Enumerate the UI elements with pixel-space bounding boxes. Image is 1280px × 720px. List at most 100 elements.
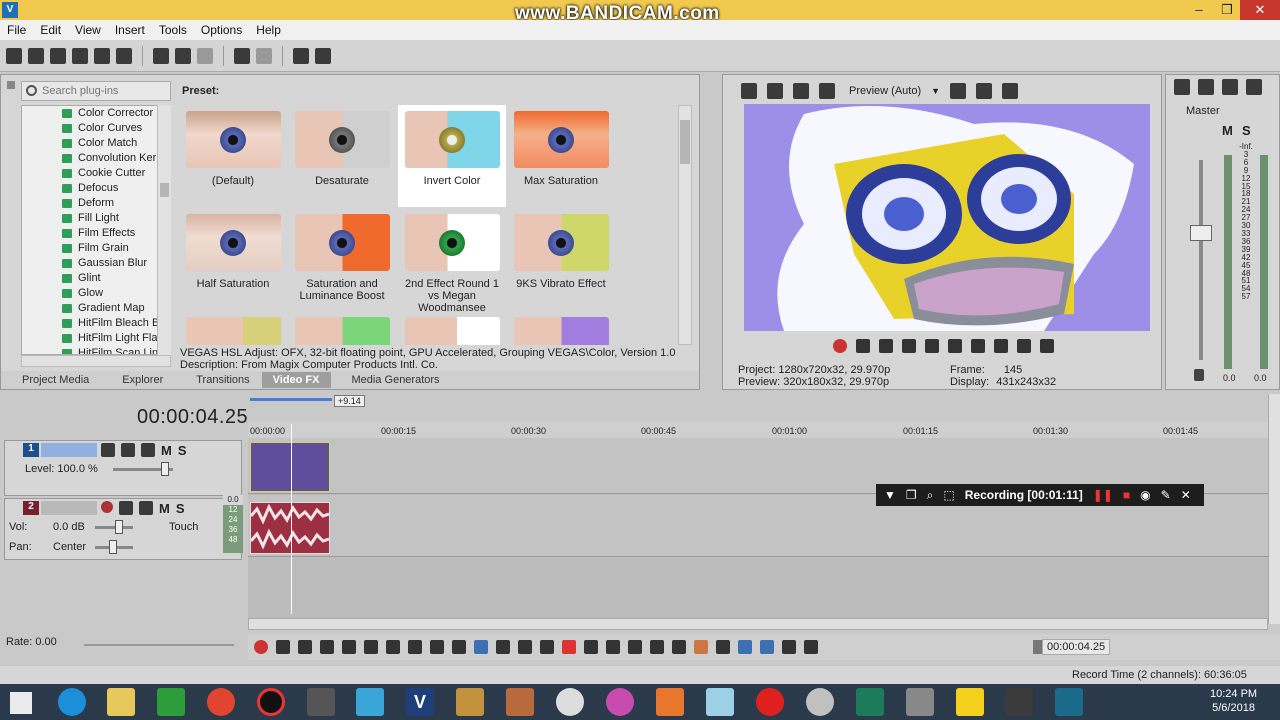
tab-project-media[interactable]: Project Media xyxy=(1,374,101,386)
store-icon[interactable] xyxy=(157,688,185,716)
plugin-item[interactable]: Defocus xyxy=(22,181,170,196)
go-to-end-icon[interactable] xyxy=(408,640,422,654)
app-icon[interactable] xyxy=(906,688,934,716)
open-icon[interactable] xyxy=(28,47,44,64)
record-icon[interactable] xyxy=(833,339,847,353)
automation-icon[interactable] xyxy=(139,501,153,515)
arm-record-icon[interactable] xyxy=(101,501,113,513)
auto-crossfade-icon[interactable] xyxy=(760,640,774,654)
tree-scrollbar[interactable] xyxy=(157,105,171,355)
timeline-vertical-scrollbar[interactable] xyxy=(1268,394,1280,624)
volume-slider[interactable] xyxy=(95,526,133,529)
play-from-start-icon[interactable] xyxy=(879,339,893,353)
new-project-icon[interactable] xyxy=(6,47,22,64)
app-icon[interactable] xyxy=(456,688,484,716)
pause-recording-icon[interactable]: ❚❚ xyxy=(1093,488,1113,502)
stop-icon[interactable] xyxy=(364,640,378,654)
preview-fx-icon[interactable] xyxy=(819,83,835,99)
windows-start-icon[interactable] xyxy=(10,692,32,714)
ripple-edit-icon[interactable] xyxy=(782,640,796,654)
master-gear-icon[interactable] xyxy=(1174,79,1190,95)
internet-explorer-icon[interactable] xyxy=(58,688,86,716)
track-area[interactable] xyxy=(248,424,1268,618)
overlays-grid-icon[interactable] xyxy=(950,83,967,99)
plugin-search-input[interactable] xyxy=(42,82,167,100)
close-icon[interactable]: ✕ xyxy=(1181,488,1191,502)
menu-insert[interactable]: Insert xyxy=(108,23,152,37)
plugin-item[interactable]: Glow xyxy=(22,286,170,301)
stop-recording-icon[interactable]: ■ xyxy=(1123,488,1130,502)
plugin-item[interactable]: Fill Light xyxy=(22,211,170,226)
previous-frame-icon[interactable] xyxy=(1017,339,1031,353)
properties-gear-icon[interactable] xyxy=(116,47,132,64)
plugin-item[interactable]: HitFilm Light Flare xyxy=(22,331,170,346)
master-fx-icon[interactable] xyxy=(1198,79,1214,95)
lock-envelopes-icon[interactable] xyxy=(804,640,818,654)
previous-frame-icon[interactable] xyxy=(430,640,444,654)
render-icon[interactable] xyxy=(293,47,309,64)
plugin-item[interactable]: Gaussian Blur xyxy=(22,256,170,271)
downmix-icon[interactable] xyxy=(1222,79,1238,95)
minimize-button[interactable]: – xyxy=(1185,0,1213,20)
lock-icon[interactable] xyxy=(672,640,686,654)
normal-edit-tool-icon[interactable] xyxy=(474,640,488,654)
redo-icon[interactable] xyxy=(256,47,272,64)
menu-help[interactable]: Help xyxy=(249,23,288,37)
app-icon[interactable] xyxy=(1005,688,1033,716)
go-to-start-icon[interactable] xyxy=(971,339,985,353)
vegas-pro-icon[interactable] xyxy=(356,688,384,716)
copy-icon[interactable] xyxy=(175,47,191,64)
preview-properties-gear-icon[interactable] xyxy=(741,83,757,99)
save-icon[interactable] xyxy=(50,47,66,64)
video-solo-button[interactable]: S xyxy=(178,443,187,458)
plugin-item[interactable]: HitFilm Scan Lines xyxy=(22,346,170,354)
track-fx-icon[interactable] xyxy=(119,501,133,515)
plugin-item[interactable]: Film Grain xyxy=(22,241,170,256)
plugin-item[interactable]: Deform xyxy=(22,196,170,211)
snapping-icon[interactable] xyxy=(738,640,752,654)
track-name-field[interactable] xyxy=(41,443,97,457)
preset-scrollbar[interactable] xyxy=(678,105,692,345)
timeline-horizontal-scrollbar[interactable] xyxy=(248,618,1268,630)
split-icon[interactable] xyxy=(650,640,664,654)
plugin-item[interactable]: Cookie Cutter xyxy=(22,166,170,181)
file-explorer-icon[interactable] xyxy=(107,688,135,716)
tab-explorer[interactable]: Explorer xyxy=(101,374,175,386)
marker-icon[interactable] xyxy=(694,640,708,654)
master-fader-track[interactable] xyxy=(1199,160,1203,360)
pause-icon[interactable] xyxy=(342,640,356,654)
menu-options[interactable]: Options xyxy=(194,23,249,37)
compositing-mode-icon[interactable] xyxy=(101,443,115,457)
go-to-end-icon[interactable] xyxy=(994,339,1008,353)
next-frame-icon[interactable] xyxy=(1040,339,1054,353)
preset-half-saturation[interactable]: Half Saturation xyxy=(179,208,287,310)
tree-horizontal-scrollbar[interactable] xyxy=(21,355,171,367)
close-window-button[interactable]: ✕ xyxy=(1240,0,1280,20)
video-level-thumb[interactable] xyxy=(161,462,169,476)
video-mute-button[interactable]: M xyxy=(161,443,172,458)
menu-view[interactable]: View xyxy=(68,23,108,37)
save-as-icon[interactable] xyxy=(72,47,88,64)
preset-desaturate[interactable]: Desaturate xyxy=(288,105,396,207)
plugin-item[interactable]: Film Effects xyxy=(22,226,170,241)
preset-2nd-effect[interactable]: 2nd Effect Round 1 vs Megan Woodmansee xyxy=(398,208,506,314)
dim-output-icon[interactable] xyxy=(1246,79,1262,95)
chevron-down-icon[interactable]: ▼ xyxy=(884,488,896,502)
pan-thumb[interactable] xyxy=(109,540,117,554)
app-icon[interactable] xyxy=(1055,688,1083,716)
maximize-button[interactable]: ❐ xyxy=(1213,0,1241,20)
app-icon[interactable] xyxy=(556,688,584,716)
close-panel-icon[interactable] xyxy=(7,81,15,89)
pencil-icon[interactable]: ✎ xyxy=(1161,488,1171,502)
search-icon[interactable]: ⌕ xyxy=(927,488,934,503)
preset-default[interactable]: (Default) xyxy=(179,105,287,207)
opera-icon[interactable] xyxy=(756,688,784,716)
rate-slider[interactable] xyxy=(84,644,234,646)
touch-mode-dropdown[interactable]: Touch xyxy=(169,521,198,533)
vegas-app-icon[interactable]: V xyxy=(2,2,18,18)
tab-transitions[interactable]: Transitions xyxy=(175,374,261,386)
app-icon[interactable] xyxy=(856,688,884,716)
plugin-item[interactable]: Convolution Kern xyxy=(22,151,170,166)
external-monitor-icon[interactable] xyxy=(767,83,783,99)
audio-clip[interactable] xyxy=(249,502,330,554)
